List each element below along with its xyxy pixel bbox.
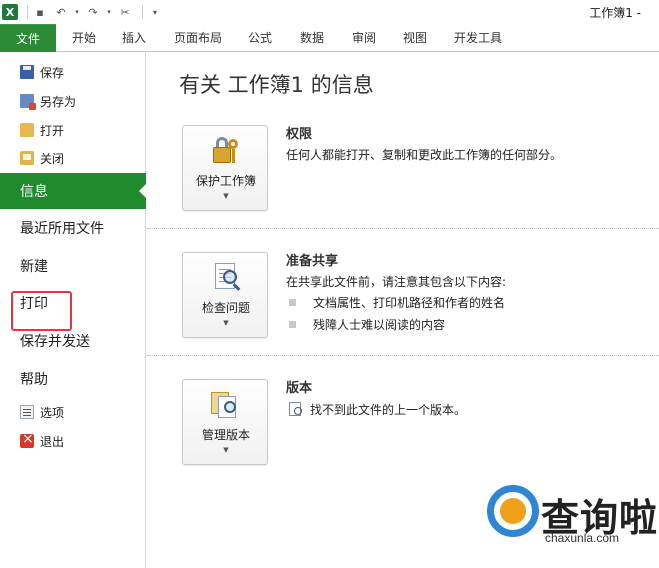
excel-logo-icon: X bbox=[2, 4, 18, 20]
redo-icon[interactable]: ↷ bbox=[85, 4, 101, 20]
tab-formulas[interactable]: 公式 bbox=[238, 24, 282, 52]
tab-file[interactable]: 文件 bbox=[0, 24, 56, 52]
redo-dropdown-icon[interactable]: ▾ bbox=[106, 4, 112, 20]
window-title: 工作簿1 - bbox=[589, 6, 641, 20]
nav-close-label: 关闭 bbox=[40, 151, 65, 166]
exit-icon bbox=[20, 431, 34, 448]
bullet-text: 文档属性、打印机路径和作者的姓名 bbox=[313, 296, 506, 310]
lock-key-icon bbox=[209, 135, 241, 165]
permissions-title: 权限 bbox=[286, 127, 313, 142]
tab-developer[interactable]: 开发工具 bbox=[446, 24, 510, 52]
bullet-text: 残障人士难以阅读的内容 bbox=[313, 318, 446, 332]
customize-qat-icon[interactable]: ▾ bbox=[147, 4, 163, 20]
nav-save-send[interactable]: 保存并发送 bbox=[0, 325, 146, 357]
nav-save-label: 保存 bbox=[40, 65, 65, 80]
nav-exit[interactable]: 退出 bbox=[0, 429, 146, 453]
dropdown-arrow-icon: ▼ bbox=[223, 319, 229, 327]
nav-recent[interactable]: 最近所用文件 bbox=[0, 212, 146, 244]
prepare-title: 准备共享 bbox=[286, 254, 339, 269]
prepare-desc: 在共享此文件前，请注意其包含以下内容: bbox=[286, 275, 507, 289]
divider bbox=[147, 228, 659, 229]
nav-options-label: 选项 bbox=[40, 405, 65, 420]
open-folder-icon bbox=[20, 123, 34, 137]
bullet-icon bbox=[289, 299, 296, 306]
list-item: 文档属性、打印机路径和作者的姓名 bbox=[286, 294, 505, 311]
tools-icon[interactable]: ✂ bbox=[117, 4, 133, 20]
tab-home[interactable]: 开始 bbox=[62, 24, 106, 52]
protect-workbook-label: 保护工作簿 bbox=[195, 174, 256, 188]
protect-workbook-button[interactable]: 保护工作簿 ▼ bbox=[182, 125, 268, 211]
backstage-nav: 保存 另存为 打开 关闭 信息 最近所用文件 新建 打印 保存并发送 帮助 选项… bbox=[0, 52, 147, 568]
title-bar: X ▪ ↶ ▾ ↷ ▾ ✂ ▾ 工作簿1 - bbox=[0, 0, 659, 24]
page-title: 有关 工作簿1 的信息 bbox=[179, 73, 374, 97]
nav-open-label: 打开 bbox=[40, 123, 65, 138]
manage-versions-icon bbox=[209, 389, 241, 419]
nav-save-as[interactable]: 另存为 bbox=[0, 89, 146, 113]
dropdown-arrow-icon: ▼ bbox=[223, 192, 229, 200]
list-item: 残障人士难以阅读的内容 bbox=[286, 316, 445, 333]
watermark-logo-icon bbox=[487, 485, 539, 537]
nav-new[interactable]: 新建 bbox=[0, 250, 146, 282]
tab-data[interactable]: 数据 bbox=[290, 24, 334, 52]
nav-save-send-label: 保存并发送 bbox=[20, 334, 90, 350]
tab-view[interactable]: 视图 bbox=[393, 24, 437, 52]
divider bbox=[147, 355, 659, 356]
nav-save-as-label: 另存为 bbox=[40, 94, 77, 109]
nav-info-label: 信息 bbox=[20, 184, 48, 200]
nav-help[interactable]: 帮助 bbox=[0, 363, 146, 395]
close-folder-icon bbox=[20, 151, 34, 165]
ribbon-tabs: 文件 开始 插入 页面布局 公式 数据 审阅 视图 开发工具 bbox=[0, 24, 659, 52]
nav-recent-label: 最近所用文件 bbox=[20, 221, 104, 237]
undo-dropdown-icon[interactable]: ▾ bbox=[74, 4, 80, 20]
nav-options[interactable]: 选项 bbox=[0, 400, 146, 424]
watermark-url: chaxunla.com bbox=[545, 531, 620, 545]
save-icon[interactable]: ▪ bbox=[32, 4, 48, 20]
tab-insert[interactable]: 插入 bbox=[112, 24, 156, 52]
nav-save[interactable]: 保存 bbox=[0, 60, 146, 84]
watermark: 查询啦 chaxunla.com bbox=[483, 485, 659, 568]
separator bbox=[142, 5, 143, 19]
bullet-icon bbox=[289, 321, 296, 328]
tab-review[interactable]: 审阅 bbox=[342, 24, 386, 52]
versions-desc: 找不到此文件的上一个版本。 bbox=[310, 403, 467, 417]
manage-versions-label: 管理版本 bbox=[201, 428, 250, 442]
save-as-icon bbox=[20, 94, 36, 110]
nav-help-label: 帮助 bbox=[20, 372, 48, 388]
dropdown-arrow-icon: ▼ bbox=[223, 446, 229, 454]
undo-icon[interactable]: ↶ bbox=[53, 4, 69, 20]
quick-access-toolbar: X ▪ ↶ ▾ ↷ ▾ ✂ ▾ bbox=[0, 0, 168, 24]
inspect-document-icon bbox=[209, 262, 241, 292]
nav-close[interactable]: 关闭 bbox=[0, 146, 146, 170]
save-icon bbox=[20, 65, 34, 79]
options-icon bbox=[20, 405, 34, 419]
tab-page-layout[interactable]: 页面布局 bbox=[166, 24, 230, 52]
nav-exit-label: 退出 bbox=[40, 434, 65, 449]
version-doc-icon bbox=[288, 401, 302, 416]
versions-title: 版本 bbox=[286, 381, 313, 396]
nav-info[interactable]: 信息 bbox=[0, 173, 147, 209]
separator bbox=[27, 5, 28, 19]
permissions-desc: 任何人都能打开、复制和更改此工作簿的任何部分。 bbox=[286, 148, 563, 162]
nav-new-label: 新建 bbox=[20, 259, 48, 275]
check-issues-label: 检查问题 bbox=[201, 301, 250, 315]
nav-open[interactable]: 打开 bbox=[0, 118, 146, 142]
manage-versions-button[interactable]: 管理版本 ▼ bbox=[182, 379, 268, 465]
check-issues-button[interactable]: 检查问题 ▼ bbox=[182, 252, 268, 338]
